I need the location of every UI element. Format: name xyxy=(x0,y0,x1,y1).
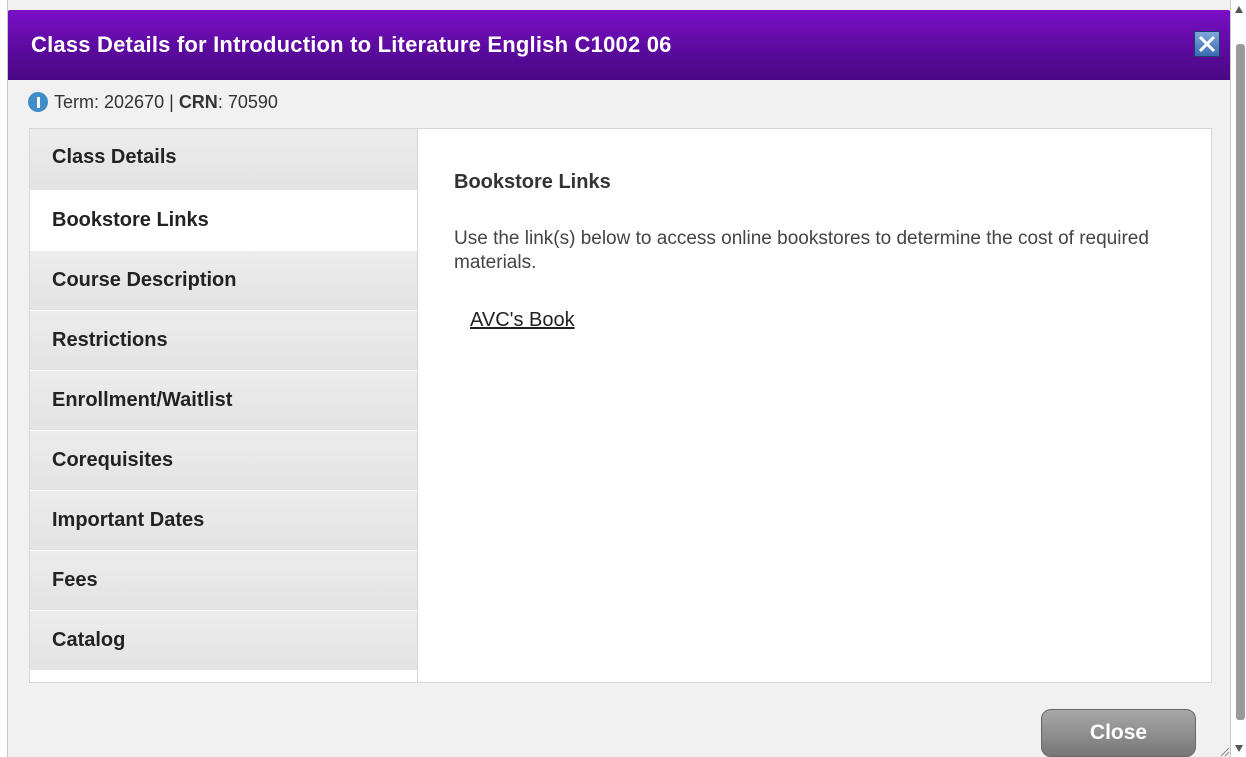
tab-corequisites[interactable]: Corequisites xyxy=(30,431,417,491)
tab-content: Bookstore Links Use the link(s) below to… xyxy=(418,129,1211,682)
close-x-icon[interactable] xyxy=(1194,31,1220,57)
tab-fees[interactable]: Fees xyxy=(30,551,417,611)
content-heading: Bookstore Links xyxy=(454,171,611,193)
resize-grip-icon[interactable] xyxy=(1218,745,1230,757)
scrollbar-thumb[interactable] xyxy=(1236,44,1245,720)
tab-restrictions[interactable]: Restrictions xyxy=(30,311,417,371)
tab-class-details[interactable]: Class Details xyxy=(30,129,417,191)
term-crn-info: Term: 202670 | CRN: 70590 xyxy=(28,90,278,114)
class-details-dialog: Class Details for Introduction to Litera… xyxy=(8,0,1230,757)
scroll-down-icon[interactable] xyxy=(1235,745,1243,752)
dialog-titlebar: Class Details for Introduction to Litera… xyxy=(8,10,1230,80)
term-value: 202670 xyxy=(104,92,165,112)
close-button[interactable]: Close xyxy=(1041,709,1196,757)
bookstore-link[interactable]: AVC's Book xyxy=(470,309,575,332)
dialog-title: Class Details for Introduction to Litera… xyxy=(31,32,672,57)
term-label: Term xyxy=(54,92,94,112)
tab-catalog[interactable]: Catalog xyxy=(30,611,417,671)
details-panel: Class Details Bookstore Links Course Des… xyxy=(29,128,1212,683)
tab-important-dates[interactable]: Important Dates xyxy=(30,491,417,551)
tab-bookstore-links[interactable]: Bookstore Links xyxy=(30,191,417,251)
page-scrollbar[interactable] xyxy=(1232,0,1246,757)
tab-course-description[interactable]: Course Description xyxy=(30,251,417,311)
content-description: Use the link(s) below to access online b… xyxy=(454,228,1149,273)
crn-label: CRN xyxy=(178,92,218,112)
meta-separator: | xyxy=(169,92,174,112)
tab-list: Class Details Bookstore Links Course Des… xyxy=(30,129,418,682)
info-icon xyxy=(28,92,48,112)
scroll-up-icon[interactable] xyxy=(1235,6,1243,13)
crn-value: 70590 xyxy=(227,92,278,112)
tab-enrollment-waitlist[interactable]: Enrollment/Waitlist xyxy=(30,371,417,431)
